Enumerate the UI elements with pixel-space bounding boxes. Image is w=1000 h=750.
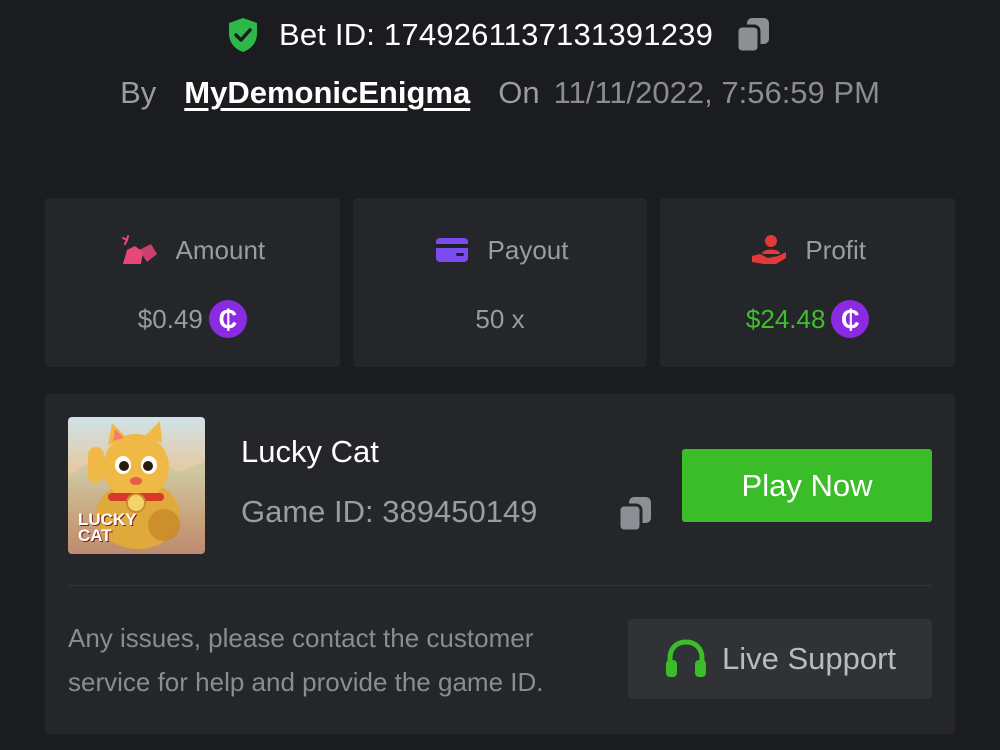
game-id: Game ID: 389450149: [241, 494, 538, 529]
bet-header: Bet ID: 1749261137131391239: [0, 12, 1000, 58]
game-thumbnail-title: LUCKY CAT: [78, 511, 137, 545]
money-bag-icon: [120, 234, 160, 266]
play-now-button[interactable]: Play Now: [682, 449, 932, 522]
game-panel: LUCKY CAT Lucky Cat Game ID: 389450149 P…: [45, 394, 955, 734]
headset-icon: [664, 637, 708, 681]
shield-check-icon: [227, 17, 261, 53]
stat-card-profit: Profit $24.48 ₵: [660, 198, 956, 367]
hand-holding-user-icon: [749, 234, 789, 266]
stat-value-amount: $0.49 ₵: [138, 300, 247, 338]
username-link[interactable]: MyDemonicEnigma: [184, 75, 470, 111]
thumb-line-2: CAT: [78, 526, 112, 545]
stat-value-profit: $24.48 ₵: [746, 300, 870, 338]
coin-icon: ₵: [831, 300, 870, 338]
live-support-button[interactable]: Live Support: [628, 619, 932, 699]
divider: [68, 585, 932, 586]
stat-label-amount: Amount: [175, 234, 266, 265]
wallet-card-icon: [432, 234, 472, 266]
stat-label-payout: Payout: [487, 234, 569, 265]
profit-value: $24.48: [745, 303, 826, 334]
on-label: On: [498, 75, 540, 110]
stat-card-amount: Amount $0.49 ₵: [45, 198, 340, 367]
game-thumbnail[interactable]: LUCKY CAT: [68, 417, 205, 554]
coin-icon: ₵: [208, 300, 247, 338]
copy-icon: [617, 497, 651, 533]
bet-timestamp: 11/11/2022, 7:56:59 PM: [553, 75, 880, 110]
bet-meta: By MyDemonicEnigma On 11/11/2022, 7:56:5…: [0, 70, 1000, 116]
help-text: Any issues, please contact the customer …: [68, 623, 544, 697]
stat-card-payout: Payout 50 x: [352, 198, 648, 367]
amount-value: $0.49: [137, 303, 203, 334]
copy-icon: [735, 18, 770, 54]
bet-stats: Amount $0.49 ₵ Payout 50 x Profit $24.48…: [45, 198, 956, 367]
payout-value: 50 x: [475, 303, 525, 334]
stat-label-profit: Profit: [805, 234, 867, 265]
bet-id: Bet ID: 1749261137131391239: [278, 17, 714, 52]
copy-bet-id-button[interactable]: [733, 15, 773, 55]
stat-value-payout: 50 x: [475, 300, 524, 338]
copy-game-id-button[interactable]: [615, 494, 655, 534]
by-label: By: [120, 75, 157, 110]
game-name: Lucky Cat: [241, 434, 379, 469]
live-support-label: Live Support: [721, 641, 897, 676]
